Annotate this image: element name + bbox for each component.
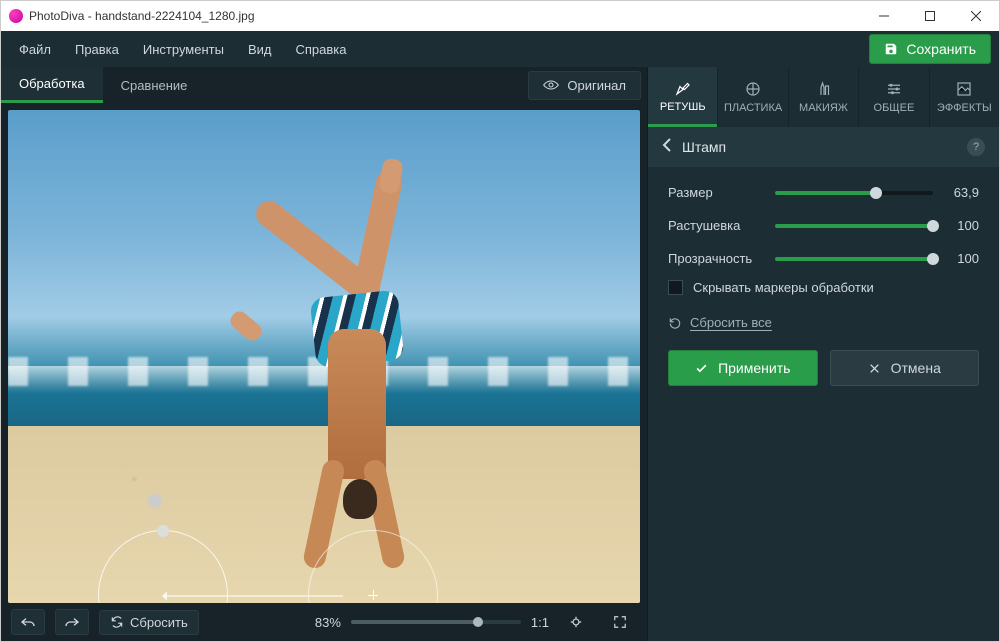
fit-screen-button[interactable]: [559, 609, 593, 635]
window-title: PhotoDiva - handstand-2224104_1280.jpg: [29, 9, 861, 23]
cancel-button[interactable]: Отмена: [830, 350, 980, 386]
tab-liquify-label: ПЛАСТИКА: [724, 102, 782, 114]
opacity-slider[interactable]: [775, 257, 933, 261]
undo-button[interactable]: [11, 609, 45, 635]
opacity-label: Прозрачность: [668, 251, 763, 266]
fullscreen-button[interactable]: [603, 609, 637, 635]
row-feather: Растушевка 100: [668, 218, 979, 233]
tab-makeup[interactable]: МАКИЯЖ: [788, 67, 858, 127]
tab-effects-label: ЭФФЕКТЫ: [937, 102, 992, 114]
zoom-1to1-button[interactable]: 1:1: [531, 615, 549, 630]
effects-icon: [955, 80, 973, 98]
apply-button-label: Применить: [718, 360, 790, 376]
original-toggle[interactable]: Оригинал: [528, 71, 641, 100]
tab-general-label: ОБЩЕЕ: [874, 102, 915, 114]
row-opacity: Прозрачность 100: [668, 251, 979, 266]
cancel-button-label: Отмена: [891, 360, 941, 376]
menu-help[interactable]: Справка: [285, 36, 356, 63]
check-icon: [695, 362, 708, 375]
tab-process[interactable]: Обработка: [1, 67, 103, 103]
hide-markers-row[interactable]: Скрывать маркеры обработки: [648, 274, 999, 301]
reset-icon: [110, 615, 124, 629]
tab-retouch[interactable]: РЕТУШЬ: [648, 67, 717, 127]
reset-all-link[interactable]: Сбросить все: [648, 301, 999, 344]
save-button-label: Сохранить: [906, 41, 976, 57]
action-row: Применить Отмена: [648, 344, 999, 392]
chevron-left-icon: [662, 138, 672, 152]
menu-tools[interactable]: Инструменты: [133, 36, 234, 63]
fit-icon: [569, 615, 583, 629]
tab-effects[interactable]: ЭФФЕКТЫ: [929, 67, 999, 127]
eye-icon: [543, 79, 559, 91]
close-button[interactable]: [953, 1, 999, 31]
section-title: Штамп: [682, 139, 957, 155]
editor-panel: Обработка Сравнение Оригинал: [1, 67, 647, 641]
editor-tabs: Обработка Сравнение Оригинал: [1, 67, 647, 103]
content-area: Обработка Сравнение Оригинал: [1, 67, 999, 641]
canvas-wrap: [1, 103, 647, 603]
undo-icon: [20, 616, 36, 628]
close-icon: [868, 362, 881, 375]
zoom-value: 83%: [315, 615, 341, 630]
size-value: 63,9: [945, 185, 979, 200]
hide-markers-label: Скрывать маркеры обработки: [693, 280, 874, 295]
tab-general[interactable]: ОБЩЕЕ: [858, 67, 928, 127]
tab-compare[interactable]: Сравнение: [103, 69, 206, 102]
help-button[interactable]: ?: [967, 138, 985, 156]
opacity-value: 100: [945, 251, 979, 266]
feather-slider[interactable]: [775, 224, 933, 228]
menu-file[interactable]: Файл: [9, 36, 61, 63]
redo-icon: [64, 616, 80, 628]
maximize-button[interactable]: [907, 1, 953, 31]
tab-makeup-label: МАКИЯЖ: [799, 102, 848, 114]
size-label: Размер: [668, 185, 763, 200]
fullscreen-icon: [613, 615, 627, 629]
zoom-slider[interactable]: [351, 620, 521, 624]
back-button[interactable]: [662, 138, 672, 157]
right-panel: РЕТУШЬ ПЛАСТИКА МАКИЯЖ ОБЩЕЕ ЭФФЕКТЫ: [647, 67, 999, 641]
bottom-toolbar: Сбросить 83% 1:1: [1, 603, 647, 641]
sliders-icon: [885, 80, 903, 98]
save-button[interactable]: Сохранить: [869, 34, 991, 64]
liquify-icon: [744, 80, 762, 98]
app-window: PhotoDiva - handstand-2224104_1280.jpg Ф…: [0, 0, 1000, 642]
feather-value: 100: [945, 218, 979, 233]
apply-button[interactable]: Применить: [668, 350, 818, 386]
retouch-icon: [674, 79, 692, 97]
tab-liquify[interactable]: ПЛАСТИКА: [717, 67, 787, 127]
image-canvas[interactable]: [8, 110, 640, 603]
reset-button-label: Сбросить: [130, 615, 188, 630]
section-header: Штамп ?: [648, 127, 999, 167]
window-controls: [861, 1, 999, 31]
titlebar: PhotoDiva - handstand-2224104_1280.jpg: [1, 1, 999, 31]
reset-button[interactable]: Сбросить: [99, 610, 199, 635]
menubar: Файл Правка Инструменты Вид Справка Сохр…: [1, 31, 999, 67]
original-label: Оригинал: [567, 78, 626, 93]
menu-view[interactable]: Вид: [238, 36, 282, 63]
size-slider[interactable]: [775, 191, 933, 195]
reset-all-icon: [668, 316, 682, 330]
minimize-button[interactable]: [861, 1, 907, 31]
menu-edit[interactable]: Правка: [65, 36, 129, 63]
row-size: Размер 63,9: [668, 185, 979, 200]
reset-all-label: Сбросить все: [690, 315, 772, 330]
redo-button[interactable]: [55, 609, 89, 635]
tab-retouch-label: РЕТУШЬ: [660, 101, 706, 113]
hide-markers-checkbox[interactable]: [668, 280, 683, 295]
stamp-handle[interactable]: [148, 494, 162, 508]
slider-group: Размер 63,9 Растушевка 100 Прозрачность: [648, 167, 999, 274]
feather-label: Растушевка: [668, 218, 763, 233]
save-icon: [884, 42, 898, 56]
right-tabs: РЕТУШЬ ПЛАСТИКА МАКИЯЖ ОБЩЕЕ ЭФФЕКТЫ: [648, 67, 999, 127]
makeup-icon: [815, 80, 833, 98]
app-logo-icon: [9, 9, 23, 23]
